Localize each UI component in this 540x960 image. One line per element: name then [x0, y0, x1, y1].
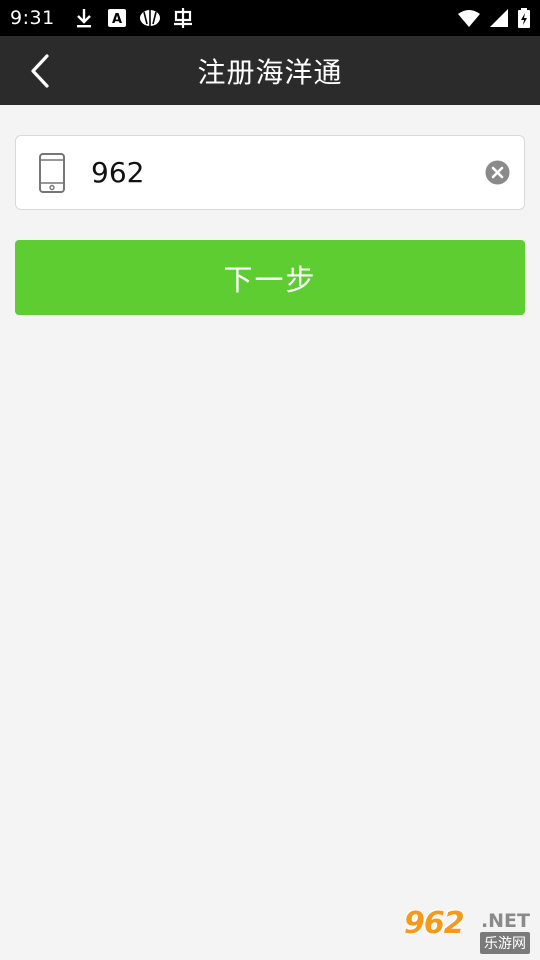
status-bar: 9:31 A: [0, 0, 540, 36]
watermark-suffix: .NET: [480, 910, 530, 932]
accessibility-a-icon: A: [106, 7, 128, 29]
svg-text:A: A: [112, 12, 122, 27]
app-shell-icon: [139, 7, 161, 29]
mobile-phone-icon: [39, 153, 65, 193]
app-bar: 注册海洋通: [0, 36, 540, 105]
cellular-signal-icon: [490, 9, 508, 27]
phone-number-field[interactable]: 962: [15, 135, 525, 210]
bug-icon: [172, 7, 194, 29]
watermark-number: 962: [404, 906, 465, 941]
page-title: 注册海洋通: [197, 55, 343, 89]
status-time: 9:31: [10, 7, 55, 29]
phone-number-input[interactable]: 962: [91, 136, 144, 209]
wifi-icon: [458, 9, 480, 27]
battery-charging-icon: [518, 8, 530, 28]
next-step-button[interactable]: 下一步: [15, 240, 525, 315]
watermark-site: 乐游网: [480, 932, 530, 954]
site-watermark-logo: 962 .NET 乐游网: [400, 906, 532, 954]
download-icon: [73, 7, 95, 29]
clear-icon[interactable]: [485, 160, 510, 185]
